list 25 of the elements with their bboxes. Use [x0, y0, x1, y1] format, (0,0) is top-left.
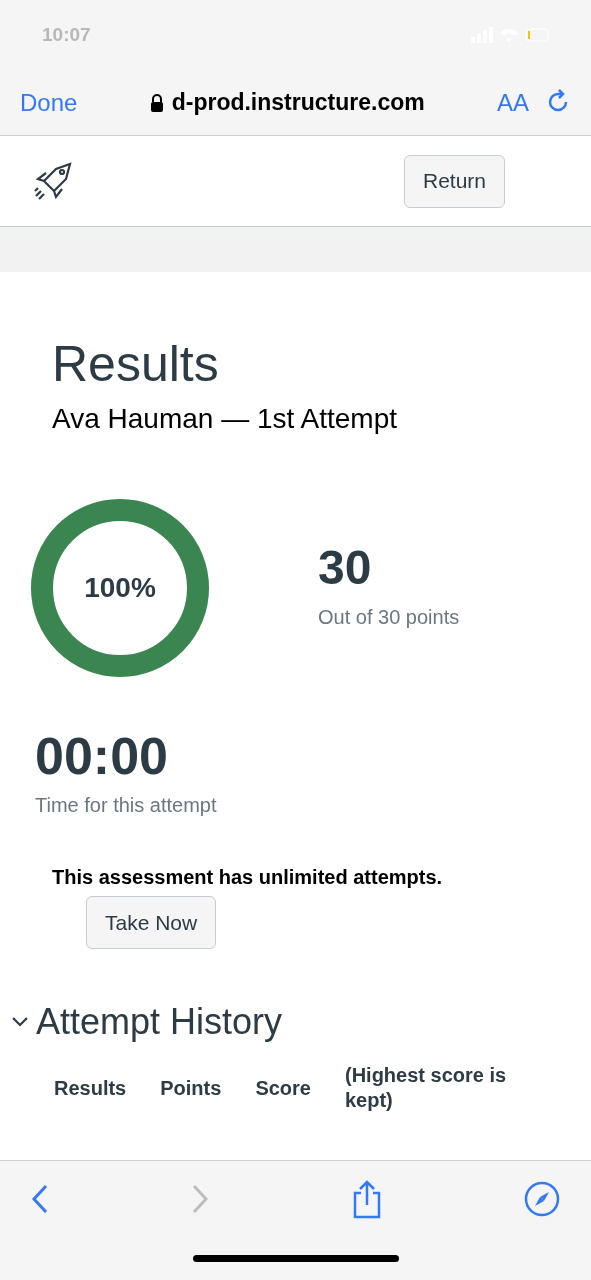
column-header: Points [160, 1075, 222, 1101]
done-button[interactable]: Done [20, 84, 78, 121]
url-text: d-prod.instructure.com [171, 88, 425, 118]
score-percent: 100% [84, 574, 156, 602]
take-now-button[interactable]: Take Now [86, 896, 217, 949]
score-value: 30 [318, 544, 373, 592]
text-size-button[interactable]: AA [497, 84, 529, 121]
return-button[interactable]: Return [403, 154, 505, 208]
column-header: Score [255, 1075, 311, 1101]
time-caption: Time for this attempt [35, 793, 218, 818]
results-title: Results [52, 335, 220, 394]
battery-icon [525, 28, 549, 42]
status-time: 10:07 [42, 22, 91, 47]
score-caption: Out of 30 points [318, 605, 460, 630]
column-header: (Highest score is kept) [344, 1063, 508, 1113]
chevron-icon [10, 1015, 30, 1029]
column-header: Results [54, 1075, 127, 1101]
attempt-history-toggle[interactable]: Attempt History [0, 995, 591, 1049]
attempt-time: 00:00 [35, 730, 169, 782]
lock-icon [149, 93, 164, 112]
attempts-note: This assessment has unlimited attempts. [52, 865, 443, 890]
attempt-subtitle: Ava Hauman — 1st Attempt [52, 402, 398, 436]
address-bar[interactable]: d-prod.instructure.com [93, 85, 481, 120]
compass-icon[interactable] [523, 1180, 561, 1218]
back-icon[interactable] [30, 1183, 50, 1215]
